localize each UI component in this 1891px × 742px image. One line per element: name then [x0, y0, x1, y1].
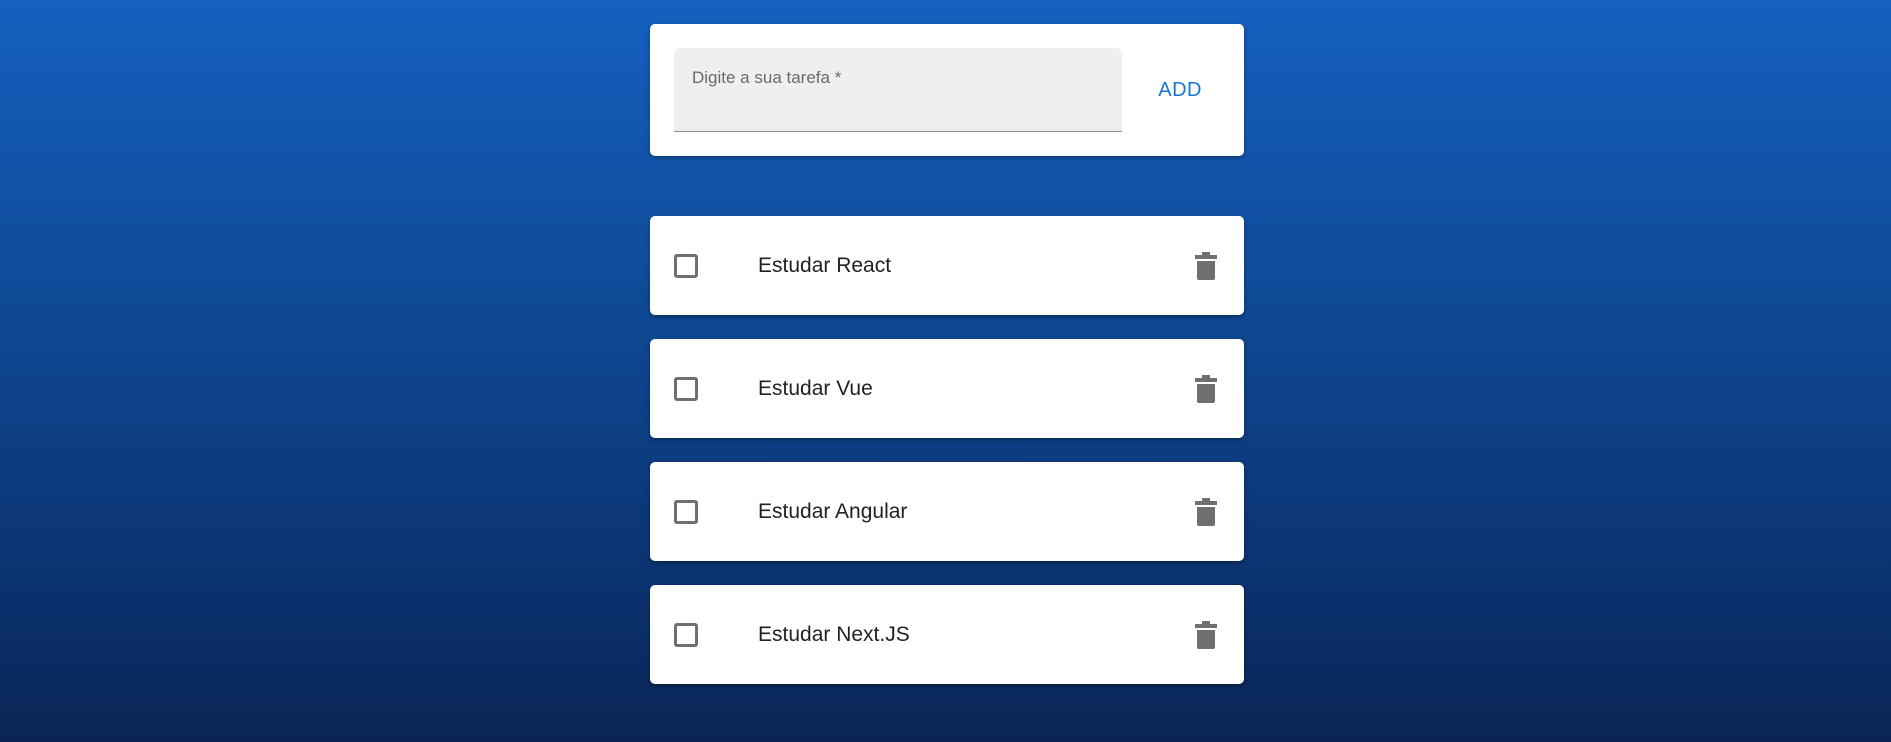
task-list: Estudar React Estudar Vue Estudar Angula… [650, 216, 1244, 684]
task-label: Estudar React [758, 253, 892, 277]
task-item: Estudar Next.JS [650, 585, 1244, 684]
delete-task-button[interactable] [1192, 495, 1220, 529]
checkbox-unchecked-icon[interactable] [674, 622, 698, 647]
trash-icon [1195, 251, 1217, 280]
new-task-card: Digite a sua tarefa * ADD [650, 24, 1244, 156]
task-input-field[interactable]: Digite a sua tarefa * [674, 48, 1123, 132]
task-item: Estudar Angular [650, 462, 1244, 561]
checkbox-unchecked-icon[interactable] [674, 253, 698, 278]
trash-icon [1195, 620, 1217, 649]
add-button[interactable]: ADD [1140, 65, 1220, 115]
task-label: Estudar Vue [758, 376, 873, 400]
trash-icon [1195, 497, 1217, 526]
task-item: Estudar Vue [650, 339, 1244, 438]
task-item: Estudar React [650, 216, 1244, 315]
delete-task-button[interactable] [1192, 249, 1220, 283]
checkbox-unchecked-icon[interactable] [674, 499, 698, 524]
checkbox-unchecked-icon[interactable] [674, 376, 698, 401]
todo-app: Digite a sua tarefa * ADD Estudar React … [650, 24, 1244, 708]
delete-task-button[interactable] [1192, 372, 1220, 406]
task-label: Estudar Next.JS [758, 622, 910, 646]
task-input[interactable] [692, 93, 1105, 121]
task-label: Estudar Angular [758, 499, 908, 523]
trash-icon [1195, 374, 1217, 403]
delete-task-button[interactable] [1192, 618, 1220, 652]
task-input-label: Digite a sua tarefa * [692, 68, 842, 87]
